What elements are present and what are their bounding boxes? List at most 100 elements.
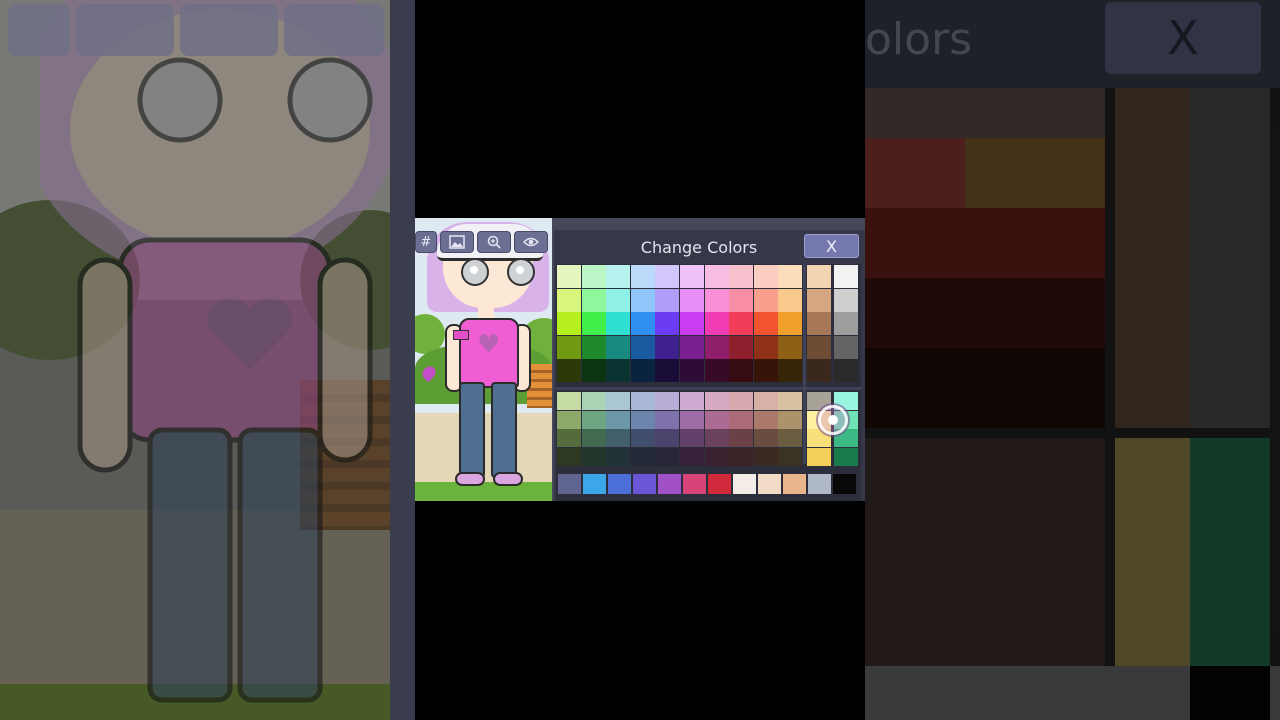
muted-swatch[interactable] — [557, 447, 581, 466]
gray-swatch[interactable] — [834, 288, 858, 312]
skin-swatch[interactable] — [807, 359, 831, 383]
color-swatch[interactable] — [680, 265, 704, 288]
muted-skin-swatch[interactable] — [807, 447, 831, 466]
color-swatch[interactable] — [680, 288, 704, 312]
quick-color-swatch[interactable] — [783, 474, 806, 494]
gray-swatch[interactable] — [834, 312, 858, 336]
muted-swatch[interactable] — [606, 392, 631, 410]
color-swatch[interactable] — [778, 335, 803, 359]
quick-color-swatch[interactable] — [708, 474, 731, 494]
color-swatch[interactable] — [581, 335, 606, 359]
color-swatch[interactable] — [606, 359, 631, 383]
color-swatch[interactable] — [557, 335, 581, 359]
skin-swatch[interactable] — [807, 265, 831, 288]
muted-swatch[interactable] — [680, 410, 704, 429]
muted-swatch[interactable] — [778, 429, 803, 447]
muted-swatch[interactable] — [630, 447, 655, 466]
muted-swatch[interactable] — [557, 392, 581, 410]
quick-color-swatch[interactable] — [733, 474, 756, 494]
color-swatch[interactable] — [581, 288, 606, 312]
color-swatch[interactable] — [630, 265, 655, 288]
muted-swatch[interactable] — [729, 447, 754, 466]
quick-color-swatch[interactable] — [808, 474, 831, 494]
color-swatch[interactable] — [778, 288, 803, 312]
color-swatch[interactable] — [778, 265, 803, 288]
color-swatch[interactable] — [704, 335, 729, 359]
color-swatch[interactable] — [557, 359, 581, 383]
quick-color-swatch[interactable] — [558, 474, 581, 494]
muted-swatch[interactable] — [680, 392, 704, 410]
color-swatch[interactable] — [606, 312, 631, 336]
muted-swatch[interactable] — [778, 447, 803, 466]
color-swatch[interactable] — [606, 335, 631, 359]
color-swatch[interactable] — [729, 265, 754, 288]
muted-swatch[interactable] — [753, 447, 778, 466]
color-swatch[interactable] — [557, 265, 581, 288]
muted-swatch[interactable] — [557, 410, 581, 429]
skin-swatch[interactable] — [807, 312, 831, 336]
color-swatch[interactable] — [557, 288, 581, 312]
muted-swatch[interactable] — [606, 429, 631, 447]
muted-swatch[interactable] — [680, 429, 704, 447]
muted-swatch[interactable] — [778, 410, 803, 429]
color-swatch[interactable] — [729, 288, 754, 312]
muted-swatch[interactable] — [630, 410, 655, 429]
quick-color-swatch[interactable] — [658, 474, 681, 494]
zoom-button[interactable] — [477, 231, 511, 253]
color-picker-cursor-icon[interactable] — [818, 405, 848, 435]
color-swatch[interactable] — [581, 265, 606, 288]
muted-swatch[interactable] — [704, 392, 729, 410]
color-swatch[interactable] — [655, 312, 680, 336]
muted-swatch[interactable] — [655, 392, 680, 410]
muted-swatch[interactable] — [655, 410, 680, 429]
muted-swatch[interactable] — [630, 392, 655, 410]
muted-swatch[interactable] — [729, 410, 754, 429]
hash-button[interactable]: # — [415, 231, 437, 253]
color-swatch[interactable] — [655, 265, 680, 288]
muted-swatch[interactable] — [630, 429, 655, 447]
background-button[interactable] — [440, 231, 474, 253]
muted-swatch[interactable] — [704, 429, 729, 447]
gray-swatch[interactable] — [834, 265, 858, 288]
color-swatch[interactable] — [655, 359, 680, 383]
color-swatch[interactable] — [680, 335, 704, 359]
muted-swatch[interactable] — [655, 447, 680, 466]
color-swatch[interactable] — [680, 312, 704, 336]
quick-color-swatch[interactable] — [633, 474, 656, 494]
quick-color-swatch[interactable] — [833, 474, 856, 494]
color-swatch[interactable] — [753, 265, 778, 288]
muted-swatch[interactable] — [581, 447, 606, 466]
muted-swatch[interactable] — [606, 447, 631, 466]
muted-swatch[interactable] — [606, 410, 631, 429]
color-swatch[interactable] — [729, 359, 754, 383]
color-swatch[interactable] — [704, 312, 729, 336]
muted-swatch[interactable] — [655, 429, 680, 447]
color-swatch[interactable] — [581, 359, 606, 383]
skin-swatch[interactable] — [807, 335, 831, 359]
color-swatch[interactable] — [753, 288, 778, 312]
color-swatch[interactable] — [753, 335, 778, 359]
muted-swatch[interactable] — [729, 429, 754, 447]
color-swatch[interactable] — [704, 359, 729, 383]
color-swatch[interactable] — [704, 288, 729, 312]
muted-swatch[interactable] — [753, 429, 778, 447]
muted-swatch[interactable] — [729, 392, 754, 410]
muted-swatch[interactable] — [778, 392, 803, 410]
muted-swatch[interactable] — [680, 447, 704, 466]
color-swatch[interactable] — [630, 288, 655, 312]
gray-swatch[interactable] — [834, 359, 858, 383]
color-swatch[interactable] — [655, 288, 680, 312]
color-swatch[interactable] — [778, 359, 803, 383]
muted-swatch[interactable] — [753, 392, 778, 410]
color-swatch[interactable] — [778, 312, 803, 336]
muted-swatch[interactable] — [704, 410, 729, 429]
color-swatch[interactable] — [753, 312, 778, 336]
muted-swatch[interactable] — [581, 410, 606, 429]
color-swatch[interactable] — [557, 312, 581, 336]
quick-color-swatch[interactable] — [608, 474, 631, 494]
muted-swatch[interactable] — [557, 429, 581, 447]
color-swatch[interactable] — [630, 359, 655, 383]
color-swatch[interactable] — [630, 312, 655, 336]
color-swatch[interactable] — [729, 312, 754, 336]
muted-swatch[interactable] — [581, 429, 606, 447]
